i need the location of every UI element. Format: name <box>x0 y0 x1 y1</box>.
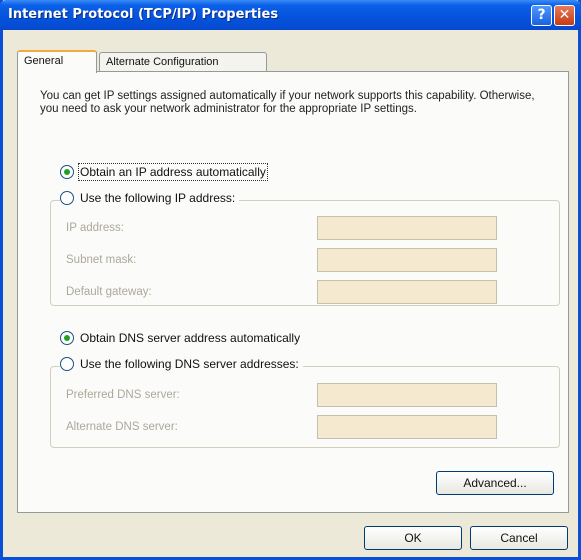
obtain-ip-auto-option[interactable]: Obtain an IP address automatically <box>60 163 270 181</box>
dialog-window: Internet Protocol (TCP/IP) Properties ? … <box>0 0 581 560</box>
title-bar[interactable]: Internet Protocol (TCP/IP) Properties ? … <box>0 0 581 30</box>
obtain-ip-auto-label: Obtain an IP address automatically <box>78 163 268 181</box>
ip-address-label: IP address: <box>66 222 124 234</box>
tab-alternate-configuration[interactable]: Alternate Configuration <box>99 52 267 72</box>
tab-general[interactable]: General <box>17 50 97 73</box>
alternate-dns-label: Alternate DNS server: <box>66 421 178 433</box>
close-button[interactable]: ✕ <box>554 5 575 26</box>
obtain-dns-auto-option[interactable]: Obtain DNS server address automatically <box>60 331 305 345</box>
help-button[interactable]: ? <box>531 5 552 26</box>
preferred-dns-label: Preferred DNS server: <box>66 389 180 401</box>
preferred-dns-field[interactable] <box>317 383 497 407</box>
use-following-dns-option[interactable]: Use the following DNS server addresses: <box>60 357 303 371</box>
use-following-ip-option[interactable]: Use the following IP address: <box>60 191 240 205</box>
use-following-dns-label: Use the following DNS server addresses: <box>80 357 299 371</box>
advanced-button[interactable]: Advanced... <box>436 471 554 495</box>
alternate-dns-field[interactable] <box>317 415 497 439</box>
description-text: You can get IP settings assigned automat… <box>40 90 535 115</box>
use-following-ip-label: Use the following IP address: <box>80 191 236 205</box>
obtain-dns-auto-label: Obtain DNS server address automatically <box>80 331 301 345</box>
ok-button[interactable]: OK <box>364 526 462 550</box>
subnet-mask-field[interactable] <box>317 248 497 272</box>
default-gateway-field[interactable] <box>317 280 497 304</box>
use-following-dns-radio[interactable] <box>60 357 74 371</box>
ip-address-field[interactable] <box>317 216 497 240</box>
cancel-button[interactable]: Cancel <box>470 526 568 550</box>
default-gateway-label: Default gateway: <box>66 286 152 298</box>
subnet-mask-label: Subnet mask: <box>66 254 137 266</box>
use-following-ip-radio[interactable] <box>60 191 74 205</box>
general-tab-panel: You can get IP settings assigned automat… <box>17 71 569 513</box>
obtain-dns-auto-radio[interactable] <box>60 331 74 345</box>
window-title: Internet Protocol (TCP/IP) Properties <box>8 7 279 22</box>
obtain-ip-auto-radio[interactable] <box>60 165 74 179</box>
